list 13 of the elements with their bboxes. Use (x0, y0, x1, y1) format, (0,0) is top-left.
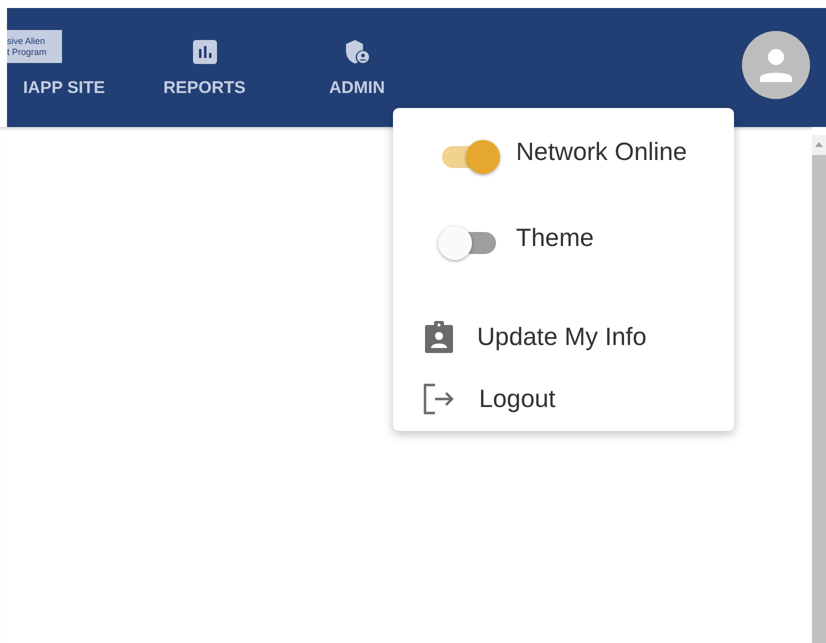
clipboard-user-icon (423, 320, 455, 354)
menu-item[interactable]: Update My Info (393, 306, 734, 368)
logo-text: t Program (7, 46, 48, 58)
scrollbar[interactable] (812, 135, 826, 643)
toggle-label: Theme (516, 224, 594, 253)
toggle-label: Network Online (516, 138, 687, 167)
nav-tab[interactable]: REPORTS (117, 8, 292, 127)
shield-user-icon (345, 39, 369, 65)
logo-text: sive Alien (7, 36, 46, 46)
nav-tab[interactable]: ADMIN (292, 8, 422, 127)
menu-item[interactable]: Logout (393, 368, 734, 430)
bar-chart-icon (192, 39, 218, 65)
avatar-icon[interactable] (742, 31, 810, 99)
